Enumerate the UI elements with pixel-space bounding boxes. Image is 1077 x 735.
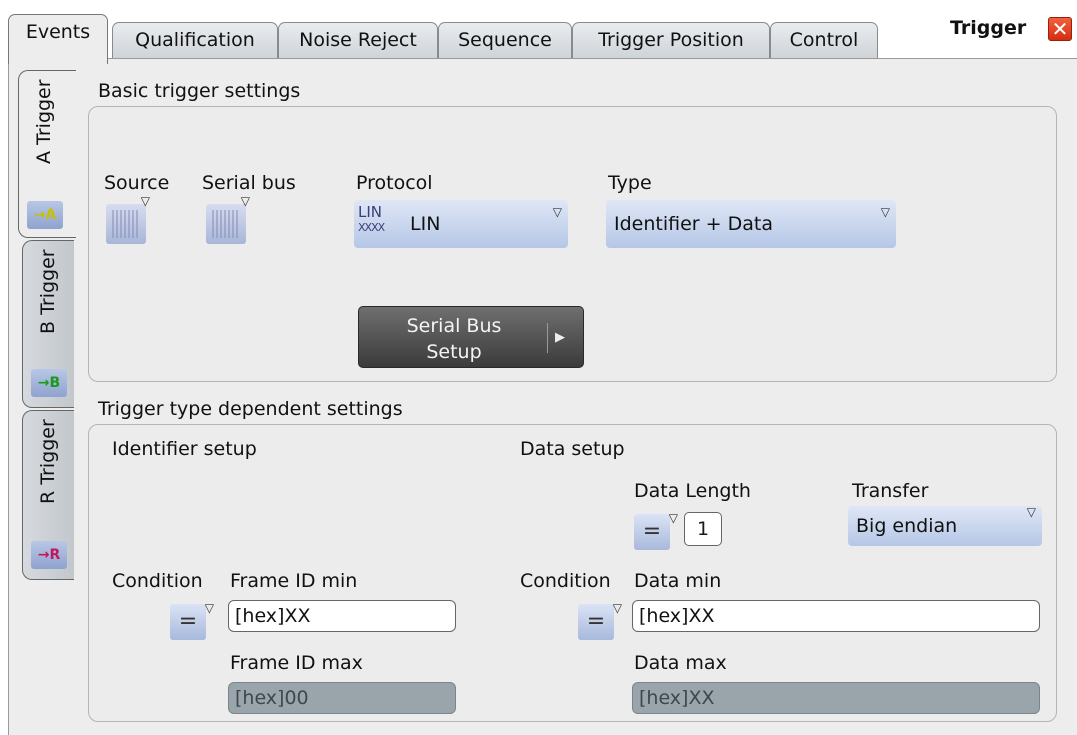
dropdown-arrow-icon: ▽ <box>204 601 214 615</box>
type-label: Type <box>608 172 652 194</box>
equals-icon: = <box>178 609 198 634</box>
tab-sequence[interactable]: Sequence <box>438 22 572 58</box>
transfer-label: Transfer <box>852 480 929 502</box>
serial-bus-selector[interactable]: ▽ <box>206 194 250 244</box>
equals-icon: = <box>586 609 606 634</box>
tab-trigger-position[interactable]: Trigger Position <box>572 22 770 58</box>
source-selector[interactable]: ▽ <box>106 194 150 244</box>
tab-sequence-label: Sequence <box>458 29 552 51</box>
dropdown-arrow-icon: ▽ <box>612 601 622 615</box>
side-tab-r-trigger-label: R Trigger <box>37 419 59 504</box>
dropdown-arrow-icon: ▽ <box>140 194 150 208</box>
data-setup-label: Data setup <box>520 438 625 460</box>
tab-events[interactable]: Events <box>8 14 108 64</box>
setup-button-line1: Serial Bus <box>406 315 502 337</box>
lin-icon-text: LIN <box>358 203 383 221</box>
identifier-setup-label: Identifier setup <box>112 438 257 460</box>
setup-button-text: Serial Bus Setup <box>359 313 549 365</box>
data-condition-label: Condition <box>520 570 611 592</box>
serial-bus-icon <box>212 210 240 238</box>
dropdown-arrow-icon: ▽ <box>240 194 250 208</box>
side-tab-a-trigger[interactable]: A Trigger →A <box>18 70 76 238</box>
dropdown-arrow-icon: ▽ <box>552 205 562 219</box>
tab-control-label: Control <box>789 29 859 51</box>
side-tab-a-trigger-label: A Trigger <box>33 79 55 164</box>
identifier-condition-button[interactable]: = ▽ <box>170 601 214 640</box>
frame-id-max-input: [hex]00 <box>228 682 456 714</box>
protocol-dropdown[interactable]: LIN XXXX LIN ▽ <box>354 200 568 248</box>
equals-icon: = <box>642 519 662 544</box>
tab-trigger-position-label: Trigger Position <box>598 29 744 51</box>
side-tab-b-trigger-label: B Trigger <box>37 249 59 334</box>
tab-qualification-label: Qualification <box>135 29 255 51</box>
data-length-input[interactable]: 1 <box>684 512 722 546</box>
side-tab-r-trigger[interactable]: R Trigger →R <box>22 410 74 580</box>
lin-protocol-icon: LIN XXXX <box>358 204 402 244</box>
type-dropdown[interactable]: Identifier + Data ▽ <box>606 200 896 248</box>
b-trigger-icon: →B <box>31 369 67 397</box>
play-arrow-icon: ▶ <box>555 330 565 345</box>
frame-id-min-label: Frame ID min <box>230 570 358 592</box>
data-length-condition-button[interactable]: = ▽ <box>634 511 678 550</box>
data-max-input: [hex]XX <box>632 682 1040 714</box>
data-max-label: Data max <box>634 652 727 674</box>
dropdown-arrow-icon: ▽ <box>668 511 678 525</box>
data-min-input[interactable]: [hex]XX <box>632 600 1040 632</box>
type-value: Identifier + Data <box>614 213 773 235</box>
data-min-label: Data min <box>634 570 722 592</box>
setup-button-line2: Setup <box>426 341 482 363</box>
tab-events-label: Events <box>25 21 91 43</box>
transfer-dropdown[interactable]: Big endian ▽ <box>848 505 1042 546</box>
identifier-condition-label: Condition <box>112 570 203 592</box>
tab-noise-reject[interactable]: Noise Reject <box>278 22 438 58</box>
source-label: Source <box>104 172 170 194</box>
setup-button-divider <box>547 323 548 353</box>
dropdown-arrow-icon: ▽ <box>880 205 890 219</box>
top-tab-bar: Events Qualification Noise Reject Sequen… <box>0 0 1077 64</box>
lin-icon-pattern: XXXX <box>358 221 385 234</box>
tab-noise-reject-label: Noise Reject <box>299 29 417 51</box>
dependent-settings-title: Trigger type dependent settings <box>98 398 403 420</box>
serial-bus-setup-button[interactable]: Serial Bus Setup ▶ <box>358 306 584 368</box>
close-button[interactable]: ✕ <box>1048 17 1072 41</box>
basic-settings-title: Basic trigger settings <box>98 80 301 102</box>
a-trigger-icon: →A <box>27 201 63 229</box>
source-waveform-icon <box>112 210 140 238</box>
frame-id-min-input[interactable]: [hex]XX <box>228 600 456 632</box>
dialog-title: Trigger <box>950 17 1027 39</box>
tab-qualification[interactable]: Qualification <box>112 22 278 58</box>
data-condition-button[interactable]: = ▽ <box>578 601 622 640</box>
transfer-value: Big endian <box>856 515 958 537</box>
dropdown-arrow-icon: ▽ <box>1026 505 1036 519</box>
close-icon: ✕ <box>1051 17 1069 41</box>
protocol-label: Protocol <box>356 172 433 194</box>
side-tab-b-trigger[interactable]: B Trigger →B <box>22 240 74 408</box>
protocol-value: LIN <box>410 213 441 235</box>
frame-id-max-label: Frame ID max <box>230 652 363 674</box>
r-trigger-icon: →R <box>31 541 67 569</box>
tab-control[interactable]: Control <box>770 22 878 58</box>
data-length-label: Data Length <box>634 480 751 502</box>
serial-bus-label: Serial bus <box>202 172 296 194</box>
